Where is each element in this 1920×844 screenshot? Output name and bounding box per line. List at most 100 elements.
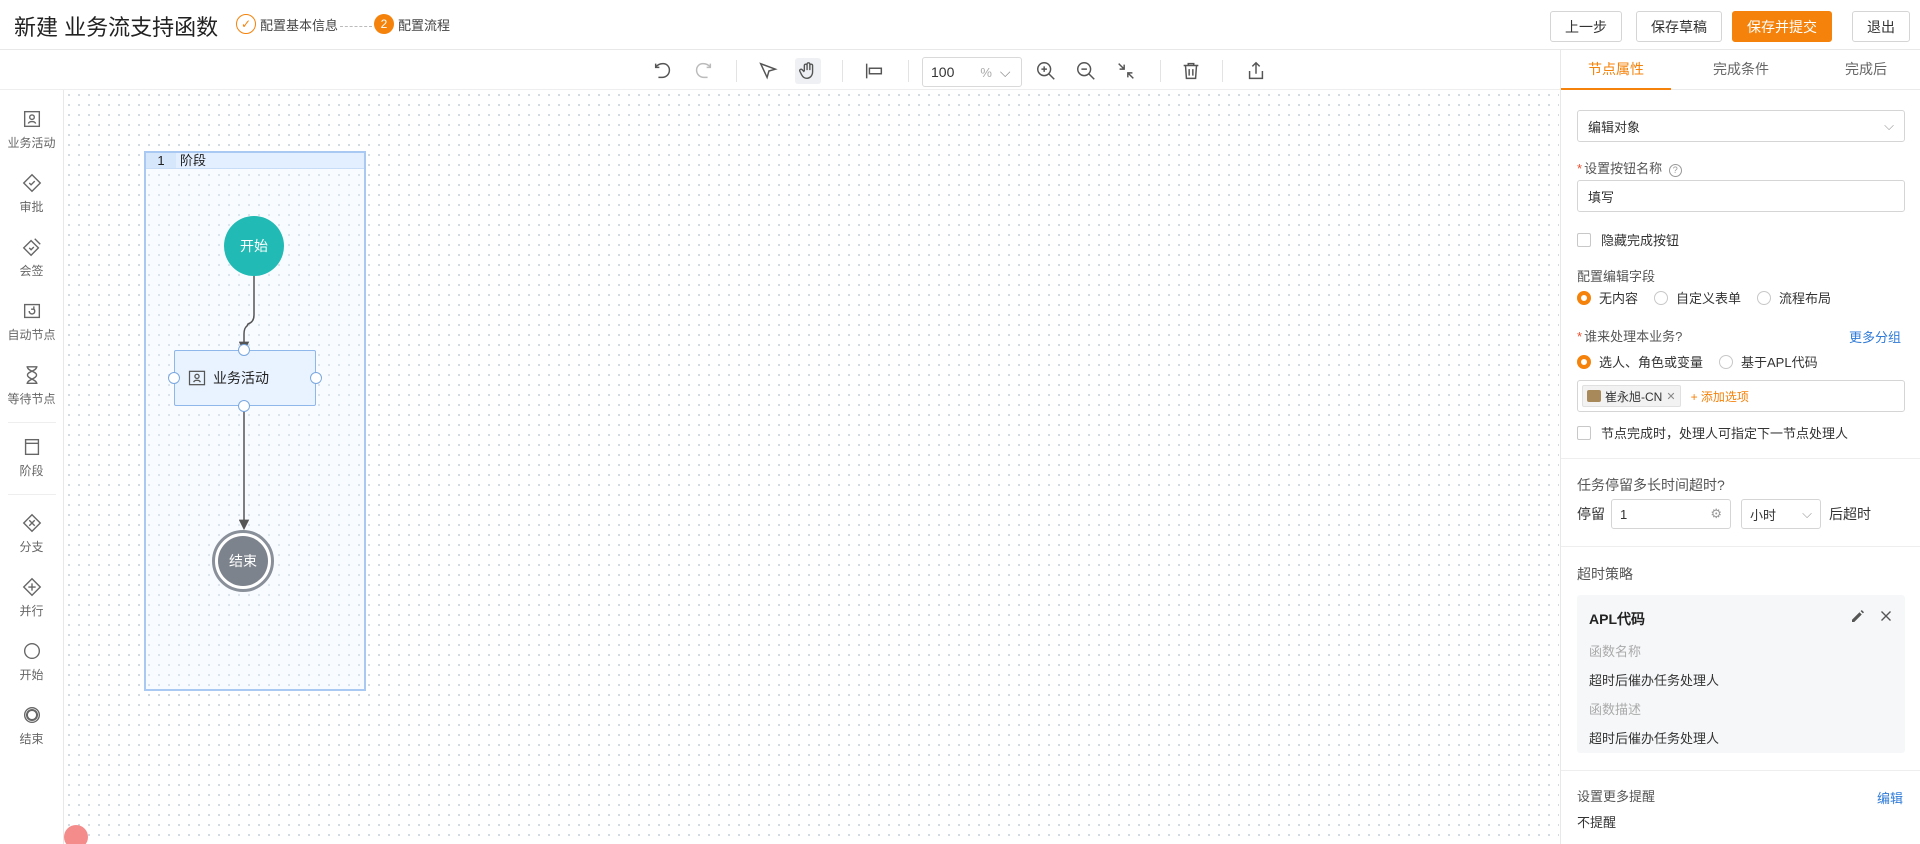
palette-label: 等待节点 bbox=[7, 392, 56, 406]
stay-row: 停留 1 ⚙ 小时 ⌵ 后超时 bbox=[1577, 499, 1905, 529]
edit-icon[interactable] bbox=[1849, 607, 1867, 625]
step-basic-info[interactable]: ✓ 配置基本信息 bbox=[236, 14, 338, 34]
hourglass-icon bbox=[26, 366, 37, 384]
step-configure-flow[interactable]: 2 配置流程 bbox=[374, 14, 450, 34]
assign-next-checkbox[interactable]: 节点完成时，处理人可指定下一节点处理人 bbox=[1577, 423, 1848, 442]
zoom-in-icon[interactable] bbox=[1033, 58, 1059, 84]
flow-canvas[interactable]: 1 阶段 开始 业务活动 结束 bbox=[64, 90, 1559, 844]
help-circle-icon: ? bbox=[1668, 164, 1682, 177]
redo-icon[interactable] bbox=[690, 58, 716, 84]
settings-icon[interactable]: ⚙ bbox=[1710, 506, 1722, 522]
tab-completion-conditions[interactable]: 完成条件 bbox=[1686, 50, 1796, 90]
chevron-down-icon: ⌵ bbox=[1884, 118, 1894, 133]
button-name-label: * 设置按钮名称 ? bbox=[1577, 158, 1682, 177]
user-card-icon bbox=[188, 370, 206, 386]
tab-node-properties[interactable]: 节点属性 bbox=[1561, 50, 1671, 90]
stay-duration-input[interactable]: 1 ⚙ bbox=[1611, 499, 1731, 529]
zoom-unit: % bbox=[980, 64, 992, 80]
palette-label: 分支 bbox=[19, 540, 44, 554]
edit-object-value: 编辑对象 bbox=[1588, 119, 1641, 135]
branch-diamond-icon bbox=[22, 513, 41, 533]
checkbox[interactable] bbox=[1577, 425, 1591, 440]
app-header: 新建 业务流支持函数 ✓ 配置基本信息 2 配置流程 上一步 保存草稿 保存并提… bbox=[0, 0, 1920, 50]
checkbox[interactable] bbox=[1577, 232, 1591, 247]
save-draft-button[interactable]: 保存草稿 bbox=[1636, 11, 1722, 42]
radio-no-content[interactable]: 无内容 bbox=[1577, 288, 1638, 307]
auto-cycle-icon bbox=[23, 303, 40, 319]
edit-fields-label: 配置编辑字段 bbox=[1577, 269, 1656, 284]
policy-card-title: APL代码 bbox=[1589, 611, 1645, 627]
stay-value: 1 bbox=[1620, 506, 1628, 522]
palette-label: 并行 bbox=[19, 604, 44, 618]
palette-countersign[interactable]: 会签 bbox=[0, 228, 63, 286]
checkbox-label: 节点完成时，处理人可指定下一节点处理人 bbox=[1601, 426, 1849, 441]
palette-stage[interactable]: 阶段 bbox=[0, 428, 63, 486]
hand-icon[interactable] bbox=[795, 58, 821, 84]
start-node[interactable]: 开始 bbox=[224, 216, 284, 276]
chevron-down-icon: ⌵ bbox=[999, 63, 1011, 80]
save-submit-button[interactable]: 保存并提交 bbox=[1732, 11, 1832, 42]
reminder-label: 设置更多提醒 bbox=[1577, 789, 1656, 804]
hide-complete-checkbox[interactable]: 隐藏完成按钮 bbox=[1577, 230, 1679, 249]
business-activity-node[interactable]: 业务活动 bbox=[174, 350, 316, 406]
diamond-check-icon bbox=[22, 173, 41, 193]
align-icon[interactable] bbox=[861, 58, 887, 84]
stay-suffix: 后超时 bbox=[1829, 506, 1871, 522]
fit-icon[interactable] bbox=[1113, 58, 1139, 84]
canvas-toolbar: 100 % ⌵ bbox=[0, 50, 1560, 90]
check-icon: ✓ bbox=[236, 14, 256, 34]
func-name-key: 函数名称 bbox=[1589, 644, 1642, 659]
radio-custom-form[interactable]: 自定义表单 bbox=[1654, 288, 1741, 307]
node-palette: 业务活动 审批 会签 自动节点 等待节点 阶段 分支 并行 开始 结束 bbox=[0, 90, 64, 844]
help-bubble[interactable] bbox=[64, 825, 88, 844]
end-node[interactable]: 结束 bbox=[212, 530, 274, 592]
delete-icon[interactable] bbox=[1178, 58, 1204, 84]
exit-button[interactable]: 退出 bbox=[1852, 11, 1910, 42]
handler-tag[interactable]: 崔永旭-CN ✕ bbox=[1582, 385, 1681, 407]
palette-branch[interactable]: 分支 bbox=[0, 504, 63, 562]
close-icon[interactable] bbox=[1877, 607, 1895, 625]
policy-label: 超时策略 bbox=[1577, 566, 1633, 582]
reminder-edit-link[interactable]: 编辑 bbox=[1877, 788, 1903, 807]
stage-label: 阶段 bbox=[180, 153, 207, 168]
page-title: 新建 业务流支持函数 bbox=[14, 15, 219, 40]
palette-start[interactable]: 开始 bbox=[0, 632, 63, 690]
close-icon[interactable]: ✕ bbox=[1666, 390, 1675, 403]
palette-divider bbox=[8, 422, 56, 423]
port-left[interactable] bbox=[168, 372, 180, 384]
stay-unit-select[interactable]: 小时 ⌵ bbox=[1741, 499, 1821, 529]
handler-select[interactable]: 崔永旭-CN ✕ + 添加选项 bbox=[1577, 380, 1905, 412]
diamond-multi-icon bbox=[22, 238, 41, 257]
port-top[interactable] bbox=[238, 344, 250, 356]
palette-wait-node[interactable]: 等待节点 bbox=[0, 356, 63, 414]
undo-icon[interactable] bbox=[650, 58, 676, 84]
palette-business-activity[interactable]: 业务活动 bbox=[0, 100, 63, 158]
handler-label: * 谁来处理本业务? bbox=[1577, 329, 1683, 344]
radio-apl-code[interactable]: 基于APL代码 bbox=[1719, 352, 1818, 371]
step-label: 配置基本信息 bbox=[260, 17, 339, 33]
export-icon[interactable] bbox=[1243, 58, 1269, 84]
palette-end[interactable]: 结束 bbox=[0, 696, 63, 754]
zoom-select[interactable]: 100 % ⌵ bbox=[922, 57, 1022, 87]
activity-node-label: 业务活动 bbox=[213, 370, 269, 386]
port-bottom[interactable] bbox=[238, 400, 250, 412]
palette-parallel[interactable]: 并行 bbox=[0, 568, 63, 626]
port-right[interactable] bbox=[310, 372, 322, 384]
stay-unit-value: 小时 bbox=[1750, 507, 1777, 523]
radio-flow-layout[interactable]: 流程布局 bbox=[1757, 288, 1831, 307]
more-groups-link[interactable]: 更多分组 bbox=[1849, 327, 1901, 346]
timeout-policy-card: APL代码 函数名称 超时后催办任务处理人 函数描述 超时后催办任务处理人 bbox=[1577, 595, 1905, 753]
tab-after-completion[interactable]: 完成后 bbox=[1811, 50, 1920, 90]
select-icon[interactable] bbox=[755, 58, 781, 84]
button-name-input[interactable]: 填写 bbox=[1577, 180, 1905, 212]
prev-step-button[interactable]: 上一步 bbox=[1550, 11, 1622, 42]
palette-auto-node[interactable]: 自动节点 bbox=[0, 292, 63, 350]
zoom-out-icon[interactable] bbox=[1073, 58, 1099, 84]
zoom-value: 100 bbox=[931, 64, 955, 80]
radio-select-person[interactable]: 选人、角色或变量 bbox=[1577, 352, 1703, 371]
reminder-value: 不提醒 bbox=[1577, 815, 1617, 830]
palette-approval[interactable]: 审批 bbox=[0, 164, 63, 222]
edit-object-select[interactable]: 编辑对象 ⌵ bbox=[1577, 110, 1905, 142]
palette-label: 会签 bbox=[19, 264, 44, 278]
add-option-link[interactable]: + 添加选项 bbox=[1691, 388, 1749, 405]
